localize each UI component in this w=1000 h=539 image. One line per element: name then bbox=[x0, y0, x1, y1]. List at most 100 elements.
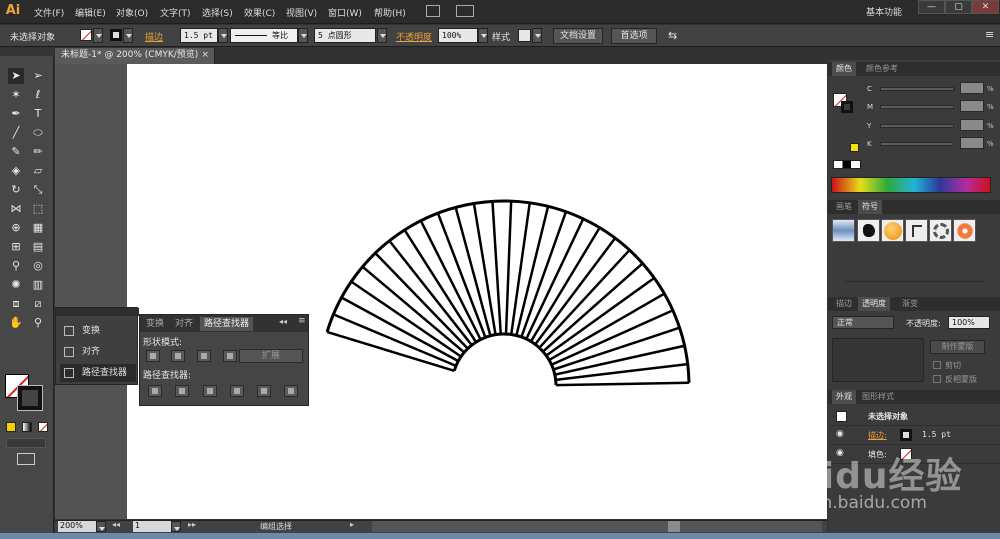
slice-tool-icon[interactable]: ⧄ bbox=[30, 296, 46, 312]
rotate-tool-icon[interactable]: ↻ bbox=[8, 182, 24, 198]
magic-wand-tool-icon[interactable]: ✶ bbox=[8, 87, 24, 103]
gradient-mode-icon[interactable] bbox=[22, 422, 32, 432]
make-mask-button[interactable]: 制作蒙版 bbox=[930, 340, 985, 354]
divide-button[interactable] bbox=[148, 385, 162, 397]
close-button[interactable]: ✕ bbox=[972, 0, 999, 14]
channel-c-slider[interactable] bbox=[880, 87, 954, 91]
horizontal-scrollbar[interactable] bbox=[372, 521, 822, 532]
clip-checkbox[interactable] bbox=[933, 361, 941, 369]
tab-align[interactable]: 对齐 bbox=[171, 317, 197, 331]
artboard-tool-icon[interactable]: ⧈ bbox=[8, 296, 24, 312]
blend-mode-select[interactable]: 正常 bbox=[832, 316, 894, 329]
eraser-tool-icon[interactable]: ▱ bbox=[30, 163, 46, 179]
width-tool-icon[interactable]: ⋈ bbox=[8, 201, 24, 217]
direct-selection-tool-icon[interactable]: ➢ bbox=[30, 68, 46, 84]
unite-button[interactable] bbox=[146, 350, 160, 362]
close-tab-icon[interactable]: × bbox=[201, 48, 209, 63]
workspace-switcher[interactable]: 基本功能 bbox=[866, 5, 902, 18]
symbol-ink-splat[interactable] bbox=[857, 219, 880, 242]
tab-symbols[interactable]: 符号 bbox=[858, 200, 882, 214]
tab-transform[interactable]: 变换 bbox=[142, 317, 168, 331]
last-artboard-icon[interactable]: ▸▸ bbox=[188, 520, 196, 529]
color-spectrum-bar[interactable] bbox=[831, 177, 991, 193]
invert-mask-checkbox[interactable] bbox=[933, 375, 941, 383]
drawing-modes-icon[interactable] bbox=[6, 438, 46, 448]
channel-c-field[interactable] bbox=[960, 82, 984, 94]
tab-color[interactable]: 颜色 bbox=[832, 62, 856, 76]
stroke-width-dropdown[interactable] bbox=[218, 28, 228, 43]
column-graph-tool-icon[interactable]: ▥ bbox=[30, 277, 46, 293]
selection-tool-icon[interactable]: ➤ bbox=[8, 68, 24, 84]
exclude-button[interactable] bbox=[223, 350, 237, 362]
appearance-stroke-label[interactable]: 描边: bbox=[868, 430, 887, 441]
style-dropdown[interactable] bbox=[532, 28, 542, 43]
menu-help[interactable]: 帮助(H) bbox=[374, 6, 406, 19]
minus-front-button[interactable] bbox=[171, 350, 185, 362]
first-artboard-icon[interactable]: ◂◂ bbox=[112, 520, 120, 529]
appearance-stroke-row[interactable]: ◉ 描边: 1.5 pt bbox=[830, 427, 1000, 445]
symbol-blue-bar[interactable] bbox=[832, 219, 855, 242]
artboard-dropdown[interactable] bbox=[171, 521, 181, 532]
menu-view[interactable]: 视图(V) bbox=[286, 6, 317, 19]
current-tool-status[interactable]: 编组选择 bbox=[260, 521, 292, 532]
trim-button[interactable] bbox=[175, 385, 189, 397]
symbol-corner-frame[interactable] bbox=[905, 219, 928, 242]
free-transform-tool-icon[interactable]: ⬚ bbox=[30, 201, 46, 217]
menu-file[interactable]: 文件(F) bbox=[34, 6, 64, 19]
outline-button[interactable] bbox=[257, 385, 271, 397]
document-tab[interactable]: 未标题-1* @ 200% (CMYK/预览) × bbox=[55, 48, 215, 64]
channel-k-field[interactable] bbox=[960, 137, 984, 149]
mini-item-align[interactable]: 对齐 bbox=[60, 343, 136, 361]
channel-y-slider[interactable] bbox=[880, 124, 954, 128]
panel-menu-icon[interactable]: ≡ bbox=[985, 28, 994, 41]
shape-builder-tool-icon[interactable]: ⊕ bbox=[8, 220, 24, 236]
tab-color-guide[interactable]: 颜色参考 bbox=[862, 62, 902, 76]
mini-item-transform[interactable]: 变换 bbox=[60, 322, 136, 340]
style-swatch[interactable] bbox=[518, 29, 531, 42]
color-panel-stroke-swatch[interactable] bbox=[841, 101, 853, 113]
tab-pathfinder[interactable]: 路径查找器 bbox=[200, 317, 254, 331]
mini-panel-grip[interactable] bbox=[56, 308, 139, 316]
stroke-color-dropdown[interactable] bbox=[123, 28, 133, 43]
horizontal-scroll-thumb[interactable] bbox=[668, 521, 680, 532]
brush-definition[interactable]: 5 点圆形 bbox=[314, 28, 376, 43]
color-mode-icon[interactable] bbox=[6, 422, 16, 432]
appearance-stroke-value[interactable]: 1.5 pt bbox=[922, 430, 951, 439]
menu-effect[interactable]: 效果(C) bbox=[244, 6, 275, 19]
scale-tool-icon[interactable]: ⤡ bbox=[30, 182, 46, 198]
channel-m-field[interactable] bbox=[960, 100, 984, 112]
zoom-tool-icon[interactable]: ⚲ bbox=[30, 315, 46, 331]
variable-width-profile[interactable]: 等比 bbox=[230, 28, 298, 43]
stroke-color-swatch[interactable] bbox=[17, 385, 43, 411]
channel-m-slider[interactable] bbox=[880, 105, 954, 109]
perspective-grid-tool-icon[interactable]: ▦ bbox=[30, 220, 46, 236]
tab-gradient[interactable]: 渐变 bbox=[898, 297, 922, 311]
stroke-width-field[interactable]: 1.5 pt bbox=[180, 28, 218, 43]
zoom-dropdown[interactable] bbox=[96, 521, 106, 532]
tab-appearance[interactable]: 外观 bbox=[832, 390, 856, 404]
preferences-button[interactable]: 首选项 bbox=[611, 28, 657, 44]
transparency-opacity-field[interactable]: 100% bbox=[948, 316, 990, 329]
out-of-gamut-swatch[interactable] bbox=[850, 143, 859, 152]
menu-object[interactable]: 对象(O) bbox=[116, 6, 148, 19]
screen-mode-icon[interactable] bbox=[17, 453, 35, 465]
merge-button[interactable] bbox=[203, 385, 217, 397]
brush-dropdown[interactable] bbox=[377, 28, 387, 43]
tab-stroke[interactable]: 描边 bbox=[832, 297, 856, 311]
tab-graphic-styles[interactable]: 图形样式 bbox=[858, 390, 898, 404]
menu-select[interactable]: 选择(S) bbox=[202, 6, 233, 19]
menu-window[interactable]: 窗口(W) bbox=[328, 6, 362, 19]
fan-artwork[interactable] bbox=[127, 64, 827, 519]
lasso-tool-icon[interactable]: ℓ bbox=[30, 87, 46, 103]
minimize-button[interactable]: — bbox=[918, 0, 945, 14]
gradient-tool-icon[interactable]: ▤ bbox=[30, 239, 46, 255]
channel-k-slider[interactable] bbox=[880, 142, 954, 146]
artboard-number-field[interactable]: 1 bbox=[133, 521, 171, 532]
opacity-label[interactable]: 不透明度 bbox=[396, 30, 432, 43]
ellipse-tool-icon[interactable]: ⬭ bbox=[30, 125, 46, 141]
bridge-icon[interactable] bbox=[426, 5, 440, 17]
fill-dropdown[interactable] bbox=[93, 28, 103, 43]
zoom-level-field[interactable]: 200% bbox=[58, 521, 96, 532]
blob-brush-tool-icon[interactable]: ◈ bbox=[8, 163, 24, 179]
appearance-stroke-swatch[interactable] bbox=[900, 429, 912, 441]
